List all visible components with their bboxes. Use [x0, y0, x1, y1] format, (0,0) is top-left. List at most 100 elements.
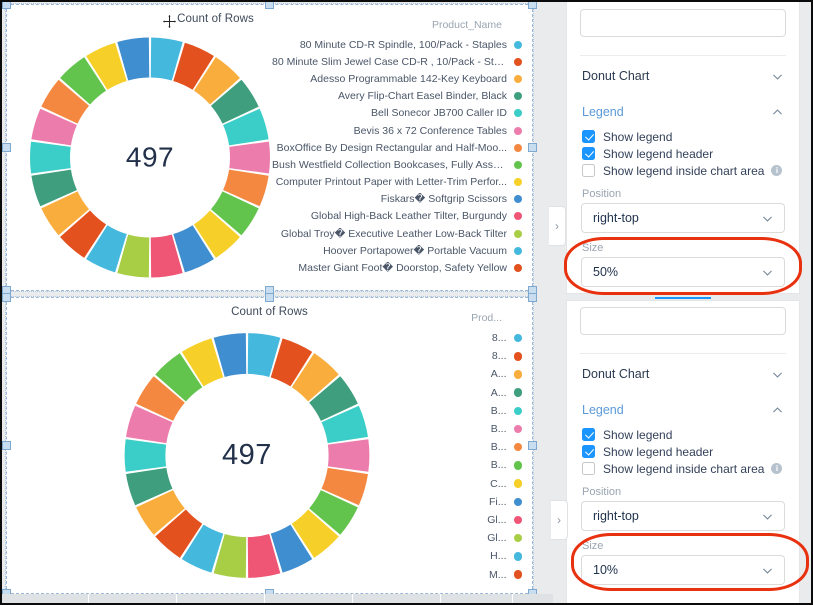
chevron-down-icon[interactable]: [771, 368, 784, 381]
donut-chart-bottom[interactable]: 497: [117, 328, 377, 583]
legend-color-swatch: [513, 552, 522, 561]
canvas-bottom-strip: [0, 594, 553, 605]
legend-color-swatch: [513, 352, 522, 361]
chart-type-row-1[interactable]: Donut Chart: [567, 56, 799, 96]
legend-item-label: Master Giant Foot� Doorstop, Safety Yell…: [298, 262, 507, 275]
legend-item[interactable]: 80 Minute CD-R Spindle, 100/Pack - Stapl…: [272, 36, 522, 53]
checkbox-row-show-legend[interactable]: Show legend: [567, 128, 799, 145]
legend-item[interactable]: Bush Westfield Collection Bookcases, Ful…: [272, 156, 522, 173]
checkbox-row-show-legend[interactable]: Show legend: [567, 426, 799, 443]
legend-item[interactable]: Global Troy� Executive Leather Low-Back …: [272, 225, 522, 242]
resize-handle-middle-left[interactable]: [2, 440, 11, 450]
legend-item[interactable]: Hoover Portapower� Portable Vacuum: [272, 242, 522, 259]
legend-item[interactable]: A...: [470, 365, 522, 383]
checkbox-show-legend-inside-chart-area[interactable]: [582, 164, 595, 177]
resize-handle-middle-left[interactable]: [2, 142, 11, 152]
legend-section-label: Legend: [582, 105, 624, 119]
legend-item[interactable]: Gl...: [470, 529, 522, 547]
legend-item[interactable]: B...: [470, 438, 522, 456]
position-select[interactable]: right-top: [581, 203, 785, 233]
legend-item[interactable]: Global High-Back Leather Tilter, Burgund…: [272, 208, 522, 225]
chart-widget-bottom[interactable]: Count of Rows 497 Prod... 8... 8... A... A.…: [2, 293, 537, 598]
legend-item[interactable]: 80 Minute Slim Jewel Case CD-R , 10/Pack…: [272, 53, 522, 70]
resize-handle-middle-right[interactable]: [528, 142, 537, 152]
chevron-down-icon[interactable]: [761, 510, 774, 523]
legend-item[interactable]: Fiskars� Softgrip Scissors: [272, 191, 522, 208]
legend-color-swatch: [514, 246, 522, 255]
partial-input-field-2[interactable]: [580, 307, 786, 335]
legend-color-swatch: [514, 40, 522, 49]
resize-handle-top-left[interactable]: [2, 293, 11, 302]
resize-handle-middle-right[interactable]: [528, 440, 537, 450]
legend-item-label: B...: [490, 423, 507, 436]
dashboard-canvas[interactable]: Count of Rows 497 Product_Name 80 Minute…: [0, 0, 553, 605]
chevron-down-icon[interactable]: [761, 266, 774, 279]
chart-legend-top[interactable]: Product_Name 80 Minute CD-R Spindle, 100…: [272, 19, 522, 277]
size-select[interactable]: 10%: [581, 555, 785, 585]
legend-color-swatch: [514, 178, 522, 187]
legend-item[interactable]: Gl...: [470, 511, 522, 529]
chevron-down-icon[interactable]: [771, 70, 784, 83]
legend-item[interactable]: B...: [470, 420, 522, 438]
legend-item[interactable]: M...: [470, 565, 522, 583]
donut-chart-top[interactable]: 497: [25, 30, 275, 285]
checkbox-show-legend-header[interactable]: [582, 147, 595, 160]
donut-center-value: 497: [125, 140, 175, 172]
legend-item[interactable]: Master Giant Foot� Doorstop, Safety Yell…: [272, 259, 522, 276]
legend-item[interactable]: 8...: [470, 347, 522, 365]
resize-handle-top-center[interactable]: [264, 0, 274, 9]
partial-input-field-1[interactable]: [580, 9, 786, 37]
chart-widget-top[interactable]: Count of Rows 497 Product_Name 80 Minute…: [2, 0, 537, 295]
chevron-up-icon[interactable]: [771, 404, 784, 417]
legend-item[interactable]: Bell Sonecor JB700 Caller ID: [272, 105, 522, 122]
legend-color-swatch: [514, 143, 522, 152]
resize-handle-top-right[interactable]: [528, 0, 537, 9]
checkbox-row-show-legend-inside[interactable]: Show legend inside chart area i: [567, 460, 799, 477]
legend-section-row-1[interactable]: Legend: [567, 96, 799, 128]
legend-item-label: Computer Printout Paper with Letter-Trim…: [275, 176, 507, 189]
legend-color-swatch: [513, 515, 522, 525]
size-value: 10%: [593, 563, 619, 577]
legend-color-swatch: [513, 406, 522, 416]
panel-expand-tab-2[interactable]: ›: [551, 500, 568, 540]
legend-color-swatch: [513, 333, 522, 343]
chart-type-row-2[interactable]: Donut Chart: [567, 354, 799, 394]
legend-item[interactable]: Fi...: [470, 493, 522, 511]
checkbox-row-show-legend-header[interactable]: Show legend header: [567, 145, 799, 162]
legend-section-row-2[interactable]: Legend: [567, 394, 799, 426]
checkbox-row-show-legend-inside[interactable]: Show legend inside chart area i: [567, 162, 799, 179]
legend-item[interactable]: 8...: [470, 329, 522, 347]
chart-type-label: Donut Chart: [582, 367, 650, 381]
chart-legend-bottom[interactable]: Prod... 8... 8... A... A... B... B... B... B...…: [470, 312, 522, 584]
panel-expand-tab-1[interactable]: ›: [549, 206, 566, 246]
chevron-down-icon[interactable]: [761, 564, 774, 577]
settings-panel-2: Donut Chart Legend Show legend Show lege…: [566, 300, 800, 605]
checkbox-show-legend-header[interactable]: [582, 445, 595, 458]
checkbox-show-legend[interactable]: [582, 428, 595, 441]
legend-color-swatch: [513, 370, 522, 379]
legend-item[interactable]: A...: [470, 384, 522, 402]
resize-handle-top-left[interactable]: [2, 0, 11, 9]
legend-item[interactable]: Adesso Programmable 142-Key Keyboard: [272, 70, 522, 87]
legend-item[interactable]: Avery Flip-Chart Easel Binder, Black: [272, 88, 522, 105]
checkbox-show-legend[interactable]: [582, 130, 595, 143]
resize-handle-top-center[interactable]: [264, 293, 274, 302]
resize-handle-top-right[interactable]: [528, 293, 537, 302]
legend-item[interactable]: BoxOffice By Design Rectangular and Half…: [272, 139, 522, 156]
info-icon[interactable]: i: [771, 165, 783, 176]
chevron-up-icon[interactable]: [771, 106, 784, 119]
legend-item[interactable]: B...: [470, 456, 522, 474]
position-select[interactable]: right-top: [581, 501, 785, 531]
info-icon[interactable]: i: [771, 463, 783, 474]
size-select[interactable]: 50%: [581, 257, 785, 287]
checkbox-row-show-legend-header[interactable]: Show legend header: [567, 443, 799, 460]
legend-item-label: Global High-Back Leather Tilter, Burgund…: [310, 210, 507, 223]
legend-color-swatch: [514, 74, 522, 83]
legend-item[interactable]: B...: [470, 402, 522, 420]
legend-item[interactable]: Computer Printout Paper with Letter-Trim…: [272, 174, 522, 191]
legend-item[interactable]: Bevis 36 x 72 Conference Tables: [272, 122, 522, 139]
legend-item[interactable]: H...: [470, 547, 522, 565]
checkbox-show-legend-inside-chart-area[interactable]: [582, 462, 595, 475]
legend-item[interactable]: C...: [470, 475, 522, 493]
chevron-down-icon[interactable]: [761, 212, 774, 225]
